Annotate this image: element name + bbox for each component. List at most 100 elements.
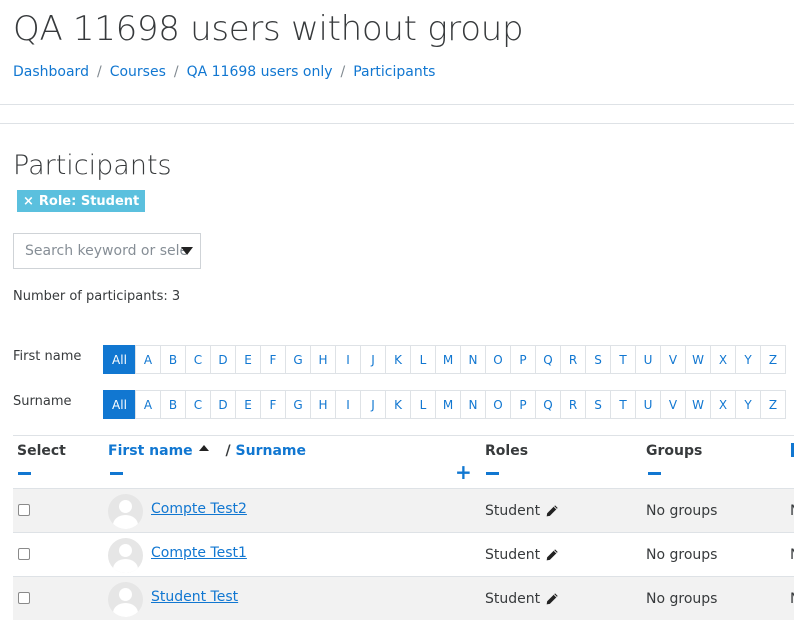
surname-initial-y[interactable]: Y — [735, 390, 761, 419]
firstname-initial-t[interactable]: T — [610, 345, 636, 374]
firstname-initial-y[interactable]: Y — [735, 345, 761, 374]
row-select-checkbox[interactable] — [18, 504, 30, 516]
firstname-initial-p[interactable]: P — [510, 345, 536, 374]
firstname-initial-d[interactable]: D — [210, 345, 236, 374]
surname-initial-c[interactable]: C — [185, 390, 211, 419]
row-select-checkbox[interactable] — [18, 548, 30, 560]
surname-initial-b[interactable]: B — [160, 390, 186, 419]
filter-label: Role: Student — [38, 193, 140, 209]
surname-initial-x[interactable]: X — [710, 390, 736, 419]
surname-initial-z[interactable]: Z — [760, 390, 786, 419]
table-top-border — [13, 435, 794, 436]
edit-pencil-icon[interactable] — [545, 548, 559, 562]
surname-initial-f[interactable]: F — [260, 390, 286, 419]
firstname-initial-all[interactable]: All — [103, 345, 136, 374]
surname-initial-all[interactable]: All — [103, 390, 136, 419]
collapse-groups-icon[interactable] — [648, 472, 661, 475]
name-header-separator: / — [225, 443, 231, 459]
collapse-select-icon[interactable] — [18, 472, 31, 475]
firstname-initial-s[interactable]: S — [585, 345, 611, 374]
surname-initial-m[interactable]: M — [435, 390, 461, 419]
firstname-initial-b[interactable]: B — [160, 345, 186, 374]
firstname-initial-c[interactable]: C — [185, 345, 211, 374]
surname-initial-v[interactable]: V — [660, 390, 686, 419]
row-select-checkbox[interactable] — [18, 592, 30, 604]
firstname-initials-label: First name — [13, 349, 82, 364]
user-groups: No groups — [646, 547, 718, 563]
firstname-initial-r[interactable]: R — [560, 345, 586, 374]
roles-header: Roles — [485, 443, 529, 459]
firstname-initial-k[interactable]: K — [385, 345, 411, 374]
role-filter-badge[interactable]: × Role: Student — [17, 190, 146, 212]
user-name-link[interactable]: Compte Test1 — [151, 545, 247, 561]
firstname-initial-q[interactable]: Q — [535, 345, 561, 374]
surname-initial-a[interactable]: A — [135, 390, 161, 419]
firstname-initial-x[interactable]: X — [710, 345, 736, 374]
role-label: Student — [485, 547, 541, 563]
edit-pencil-icon[interactable] — [545, 504, 559, 518]
firstname-initial-l[interactable]: L — [410, 345, 436, 374]
firstname-initial-z[interactable]: Z — [760, 345, 786, 374]
surname-initial-u[interactable]: U — [635, 390, 661, 419]
surname-initial-q[interactable]: Q — [535, 390, 561, 419]
surname-initial-e[interactable]: E — [235, 390, 261, 419]
dropdown-caret-icon[interactable] — [181, 247, 193, 255]
role-label: Student — [485, 503, 541, 519]
sort-firstname-link[interactable]: First name — [108, 443, 193, 459]
firstname-initial-n[interactable]: N — [460, 345, 486, 374]
course-title: QA 11698 users without group — [13, 9, 524, 49]
breadcrumb-dashboard[interactable]: Dashboard — [13, 64, 89, 80]
remove-filter-icon[interactable]: × — [23, 194, 34, 209]
breadcrumb-course[interactable]: QA 11698 users only — [187, 64, 333, 80]
firstname-initial-m[interactable]: M — [435, 345, 461, 374]
surname-initial-k[interactable]: K — [385, 390, 411, 419]
surname-initial-d[interactable]: D — [210, 390, 236, 419]
breadcrumb-courses[interactable]: Courses — [110, 64, 166, 80]
breadcrumb-participants[interactable]: Participants — [353, 64, 435, 80]
firstname-initial-f[interactable]: F — [260, 345, 286, 374]
surname-initial-p[interactable]: P — [510, 390, 536, 419]
search-filter-box[interactable] — [13, 233, 201, 269]
user-avatar[interactable] — [108, 538, 143, 573]
edit-pencil-icon[interactable] — [545, 592, 559, 606]
firstname-initial-a[interactable]: A — [135, 345, 161, 374]
surname-initial-s[interactable]: S — [585, 390, 611, 419]
sort-surname-link[interactable]: Surname — [236, 443, 306, 459]
surname-initial-j[interactable]: J — [360, 390, 386, 419]
collapse-name-icon[interactable] — [110, 472, 123, 475]
surname-initial-o[interactable]: O — [485, 390, 511, 419]
surname-initial-g[interactable]: G — [285, 390, 311, 419]
surname-initial-h[interactable]: H — [310, 390, 336, 419]
firstname-initial-g[interactable]: G — [285, 345, 311, 374]
firstname-initial-i[interactable]: I — [335, 345, 361, 374]
content-divider — [0, 123, 794, 124]
user-role: Student — [485, 547, 559, 563]
user-name-link[interactable]: Compte Test2 — [151, 501, 247, 517]
table-row: Student Test Student No groups N — [13, 576, 794, 620]
user-avatar[interactable] — [108, 582, 143, 617]
firstname-initial-u[interactable]: U — [635, 345, 661, 374]
surname-initial-r[interactable]: R — [560, 390, 586, 419]
firstname-initial-w[interactable]: W — [685, 345, 711, 374]
name-header: First name / Surname — [108, 443, 306, 459]
section-title: Participants — [13, 150, 172, 181]
collapse-roles-icon[interactable] — [486, 472, 499, 475]
surname-initial-n[interactable]: N — [460, 390, 486, 419]
breadcrumb: Dashboard / Courses / QA 11698 users onl… — [13, 64, 435, 80]
surname-initial-i[interactable]: I — [335, 390, 361, 419]
surname-initial-w[interactable]: W — [685, 390, 711, 419]
surname-initial-t[interactable]: T — [610, 390, 636, 419]
search-input[interactable] — [14, 234, 186, 268]
firstname-initial-h[interactable]: H — [310, 345, 336, 374]
firstname-initial-j[interactable]: J — [360, 345, 386, 374]
expand-column-icon[interactable]: + — [455, 462, 472, 482]
user-name-link[interactable]: Student Test — [151, 589, 238, 605]
firstname-initial-v[interactable]: V — [660, 345, 686, 374]
breadcrumb-separator: / — [96, 64, 102, 80]
user-groups: No groups — [646, 591, 718, 607]
firstname-initial-e[interactable]: E — [235, 345, 261, 374]
user-avatar[interactable] — [108, 494, 143, 529]
firstname-initial-o[interactable]: O — [485, 345, 511, 374]
surname-initial-l[interactable]: L — [410, 390, 436, 419]
clipped-cell: N — [790, 547, 794, 563]
